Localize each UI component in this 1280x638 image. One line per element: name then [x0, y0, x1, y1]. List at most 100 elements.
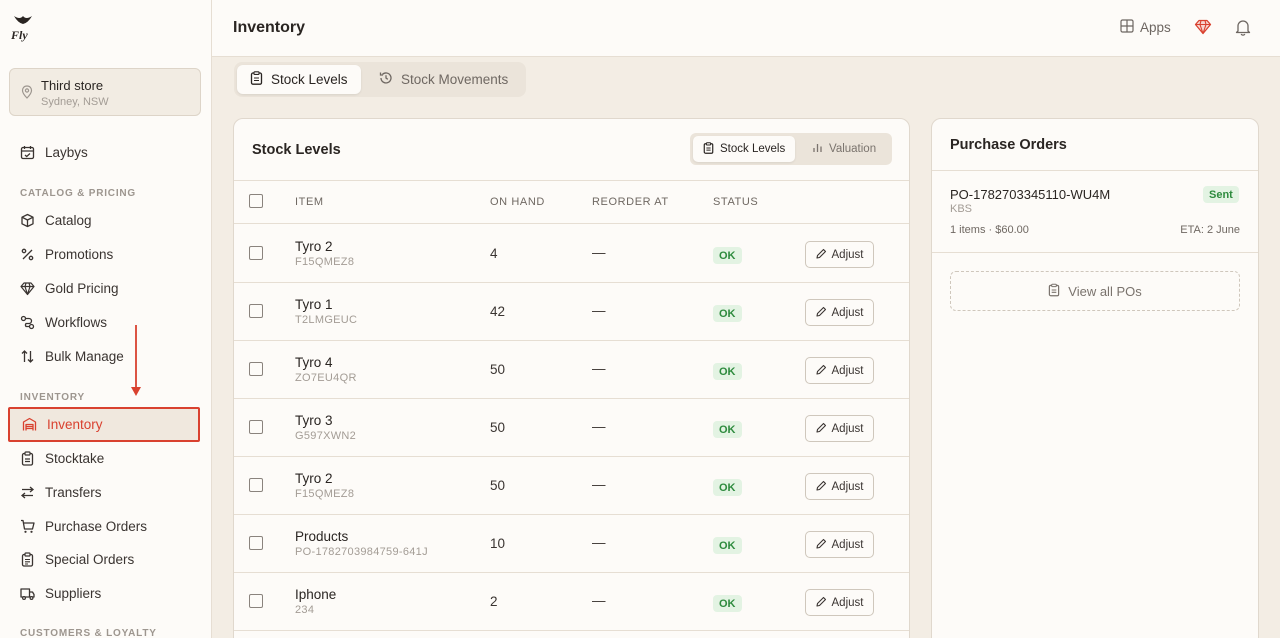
gem-icon[interactable] [1194, 18, 1212, 41]
row-checkbox[interactable] [249, 362, 263, 376]
sidebar-item-catalog[interactable]: Catalog [8, 203, 200, 237]
arrows-up-down-icon [19, 348, 35, 364]
inventory-tabs: Stock Levels Stock Movements [234, 62, 526, 97]
item-name: Tyro 2 [295, 239, 333, 254]
sidebar-item-laybys[interactable]: Laybys [8, 135, 200, 169]
sidebar-item-workflows[interactable]: Workflows [8, 305, 200, 339]
po-eta: ETA: 2 June [1180, 224, 1240, 236]
adjust-button[interactable]: Adjust [805, 415, 874, 442]
on-hand-value: 50 [490, 478, 506, 493]
reorder-value: — [592, 361, 606, 376]
status-badge: OK [713, 537, 742, 554]
sidebar-item-label: Inventory [47, 417, 103, 432]
purchase-orders-panel: Purchase Orders PO-1782703345110-WU4M Se… [931, 118, 1259, 638]
tab-stock-levels[interactable]: Stock Levels [237, 65, 361, 94]
store-location: Sydney, NSW [41, 96, 109, 108]
cart-icon [19, 518, 35, 534]
adjust-button[interactable]: Adjust [805, 241, 874, 268]
table-row[interactable]: Iphone 234 2 — OK Adjust [234, 573, 909, 631]
adjust-label: Adjust [831, 422, 864, 435]
annotation-arrow [130, 325, 142, 397]
row-checkbox[interactable] [249, 478, 263, 492]
row-checkbox[interactable] [249, 536, 263, 550]
adjust-label: Adjust [831, 480, 864, 493]
status-badge: OK [713, 421, 742, 438]
table-row[interactable]: Products PO-1782703984759-641J 10 — OK Adjust [234, 515, 909, 573]
item-name: Tyro 4 [295, 355, 333, 370]
column-header-on-hand: ON HAND [490, 196, 545, 208]
reorder-value: — [592, 303, 606, 318]
table-row[interactable]: Tyro 2 F15QMEZ8 50 — OK Adjust [234, 457, 909, 515]
store-selector[interactable]: Third store Sydney, NSW [9, 68, 201, 116]
sidebar-item-gold-pricing[interactable]: Gold Pricing [8, 271, 200, 305]
sidebar-item-purchase-orders[interactable]: Purchase Orders [8, 509, 200, 543]
truck-icon [19, 585, 35, 601]
gem-icon [19, 280, 35, 296]
segment-stock-levels[interactable]: Stock Levels [693, 136, 796, 162]
item-name: Tyro 3 [295, 413, 333, 428]
status-badge: OK [713, 479, 742, 496]
reorder-value: — [592, 477, 606, 492]
item-sku: F15QMEZ8 [295, 488, 355, 500]
adjust-label: Adjust [831, 306, 864, 319]
sidebar-item-label: Transfers [45, 484, 102, 500]
row-checkbox[interactable] [249, 246, 263, 260]
adjust-button[interactable]: Adjust [805, 473, 874, 500]
adjust-label: Adjust [831, 248, 864, 261]
warehouse-icon [21, 417, 37, 433]
item-name: Tyro 2 [295, 471, 333, 486]
pencil-icon [815, 306, 832, 320]
sidebar-item-promotions[interactable]: Promotions [8, 237, 200, 271]
adjust-button[interactable]: Adjust [805, 299, 874, 326]
clipboard-list-icon [19, 551, 35, 567]
history-icon [379, 71, 401, 88]
adjust-label: Adjust [831, 364, 864, 377]
tab-stock-movements[interactable]: Stock Movements [366, 65, 521, 94]
section-label-catalog: CATALOG & PRICING [20, 188, 137, 199]
sidebar-item-bulk-manage[interactable]: Bulk Manage [8, 339, 200, 373]
sidebar-item-stocktake[interactable]: Stocktake [8, 441, 200, 475]
sidebar-item-label: Laybys [45, 144, 88, 160]
column-header-reorder-at: REORDER AT [592, 196, 669, 208]
adjust-button[interactable]: Adjust [805, 531, 874, 558]
sidebar-item-label: Purchase Orders [45, 518, 148, 534]
adjust-button[interactable]: Adjust [805, 357, 874, 384]
transfer-icon [19, 484, 35, 500]
sidebar: Fly Third store Sydney, NSW Laybys CATAL… [0, 0, 212, 638]
view-all-pos-button[interactable]: View all POs [950, 271, 1240, 311]
table-header: ITEM ON HAND REORDER AT STATUS [234, 180, 909, 224]
clipboard-icon [703, 141, 720, 157]
table-row[interactable]: Tyro 2 F15QMEZ8 4 — OK Adjust [234, 225, 909, 283]
segment-valuation[interactable]: Valuation [802, 136, 886, 162]
fly-logo[interactable]: Fly [10, 12, 36, 42]
bell-icon[interactable] [1234, 18, 1252, 41]
page-title: Inventory [233, 19, 306, 36]
sidebar-item-transfers[interactable]: Transfers [8, 475, 200, 509]
sidebar-item-label: Promotions [45, 246, 114, 262]
table-row[interactable]: Tyro 3 G597XWN2 50 — OK Adjust [234, 399, 909, 457]
clipboard-icon [19, 450, 35, 466]
row-checkbox[interactable] [249, 594, 263, 608]
panel-title: Stock Levels [252, 142, 341, 158]
apps-button[interactable]: Apps [1120, 19, 1171, 36]
clipboard-icon [250, 71, 271, 88]
select-all-checkbox[interactable] [249, 194, 263, 208]
table-row[interactable]: Tyro 4 ZO7EU4QR 50 — OK Adjust [234, 341, 909, 399]
sidebar-item-label: Workflows [45, 314, 108, 330]
adjust-button[interactable]: Adjust [805, 589, 874, 616]
row-checkbox[interactable] [249, 304, 263, 318]
bar-chart-icon [812, 142, 829, 156]
row-checkbox[interactable] [249, 420, 263, 434]
item-sku: F15QMEZ8 [295, 256, 355, 268]
sidebar-item-special-orders[interactable]: Special Orders [8, 542, 200, 576]
view-all-label: View all POs [1068, 283, 1142, 299]
workflow-icon [19, 314, 35, 330]
table-row[interactable]: Tyro 1 T2LMGEUC 42 — OK Adjust [234, 283, 909, 341]
sidebar-item-inventory[interactable]: Inventory [8, 407, 200, 442]
calendar-check-icon [19, 144, 35, 160]
po-panel-title: Purchase Orders [950, 137, 1067, 153]
sidebar-item-suppliers[interactable]: Suppliers [8, 576, 200, 610]
status-badge: OK [713, 247, 742, 264]
tab-label: Stock Levels [271, 72, 348, 87]
view-toggle: Stock Levels Valuation [690, 133, 892, 165]
